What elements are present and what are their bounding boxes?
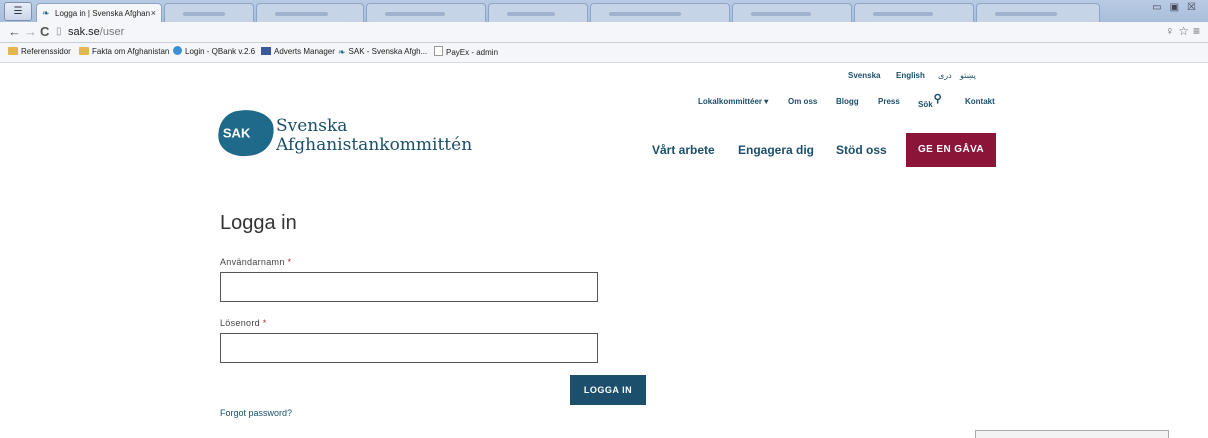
back-arrow-icon[interactable]: ← [8, 24, 21, 40]
bookmark-adverts[interactable]: Adverts Manager [261, 46, 335, 58]
logo-badge[interactable]: SAK [215, 106, 277, 160]
search-icon: ⚲ [933, 93, 942, 105]
leaf-icon: ❧ [42, 8, 50, 18]
bookmark-qbank[interactable]: Login - QBank v.2.6 [173, 46, 255, 58]
leaf-icon: ❧ [338, 47, 346, 57]
bookmarks-bar: Referenssidor Fakta om Afghanistan Login… [0, 43, 1208, 63]
util-link-blogg[interactable]: Blogg [836, 97, 859, 106]
login-button[interactable]: LOGGA IN [570, 375, 646, 405]
util-link-om-oss[interactable]: Om oss [788, 97, 817, 106]
close-icon[interactable]: × [151, 4, 156, 22]
donate-button[interactable]: GE EN GÅVA [906, 133, 996, 167]
window-controls[interactable]: ▭▣☒ [1152, 2, 1204, 13]
browser-menu-button[interactable]: ☰ [4, 2, 32, 21]
tab-title: Logga in | Svenska Afghan [55, 9, 151, 18]
facebook-icon [261, 47, 271, 55]
page-title: Logga in [220, 212, 297, 234]
url-field[interactable]: sak.se/user [68, 25, 124, 39]
tab-background[interactable] [590, 3, 730, 22]
util-link-sok[interactable]: Sök⚲ [918, 93, 942, 110]
bookmark-fakta[interactable]: Fakta om Afghanistan [79, 46, 169, 58]
bookmark-sak[interactable]: ❧ SAK - Svenska Afgh... [338, 46, 427, 58]
username-input[interactable] [220, 272, 598, 302]
chevron-down-icon: ▾ [764, 97, 769, 106]
globe-icon [173, 46, 182, 55]
forward-arrow-icon[interactable]: → [24, 24, 37, 40]
reload-icon[interactable]: C [40, 24, 49, 40]
username-label: Användarnamn * [220, 257, 292, 267]
forgot-password-link[interactable]: Forgot password? [220, 408, 292, 418]
util-link-press[interactable]: Press [878, 97, 900, 106]
folder-icon [8, 47, 18, 55]
logo-badge-text: SAK [222, 125, 251, 141]
lang-pashto[interactable]: پښتو [960, 71, 976, 80]
nav-vart-arbete[interactable]: Vårt arbete [652, 143, 715, 157]
nav-stod-oss[interactable]: Stöd oss [836, 143, 887, 157]
bookmark-payex[interactable]: PayEx - admin [434, 46, 498, 59]
lang-english[interactable]: English [896, 71, 925, 80]
util-link-lokalkommitteer[interactable]: Lokalkommittéer ▾ [698, 97, 768, 106]
nav-engagera-dig[interactable]: Engagera dig [738, 143, 814, 157]
tab-background[interactable] [164, 3, 254, 22]
lang-svenska[interactable]: Svenska [848, 71, 880, 80]
folder-icon [79, 47, 89, 55]
tab-background[interactable] [976, 3, 1100, 22]
password-input[interactable] [220, 333, 598, 363]
star-icon[interactable]: ♀☆≡ [1165, 24, 1204, 38]
address-bar: ← → C ▯ sak.se/user ♀☆≡ [0, 22, 1208, 43]
tab-background[interactable] [732, 3, 852, 22]
tab-logga-in[interactable]: ❧ Logga in | Svenska Afghan × [36, 3, 162, 22]
tab-background[interactable] [366, 3, 486, 22]
logo-wordmark[interactable]: Svenska Afghanistankommittén [276, 117, 472, 155]
page-icon: ▯ [56, 26, 62, 37]
lang-dari[interactable]: دری [938, 71, 952, 80]
page-icon [434, 46, 443, 56]
browser-tabstrip: ☰ ❧ Logga in | Svenska Afghan × ▭▣☒ [0, 0, 1208, 23]
tab-background[interactable] [488, 3, 588, 22]
bookmark-referenssidor[interactable]: Referenssidor [8, 46, 71, 58]
util-link-kontakt[interactable]: Kontakt [965, 97, 995, 106]
password-label: Lösenord * [220, 318, 267, 328]
tab-background[interactable] [256, 3, 364, 22]
tab-background[interactable] [854, 3, 974, 22]
